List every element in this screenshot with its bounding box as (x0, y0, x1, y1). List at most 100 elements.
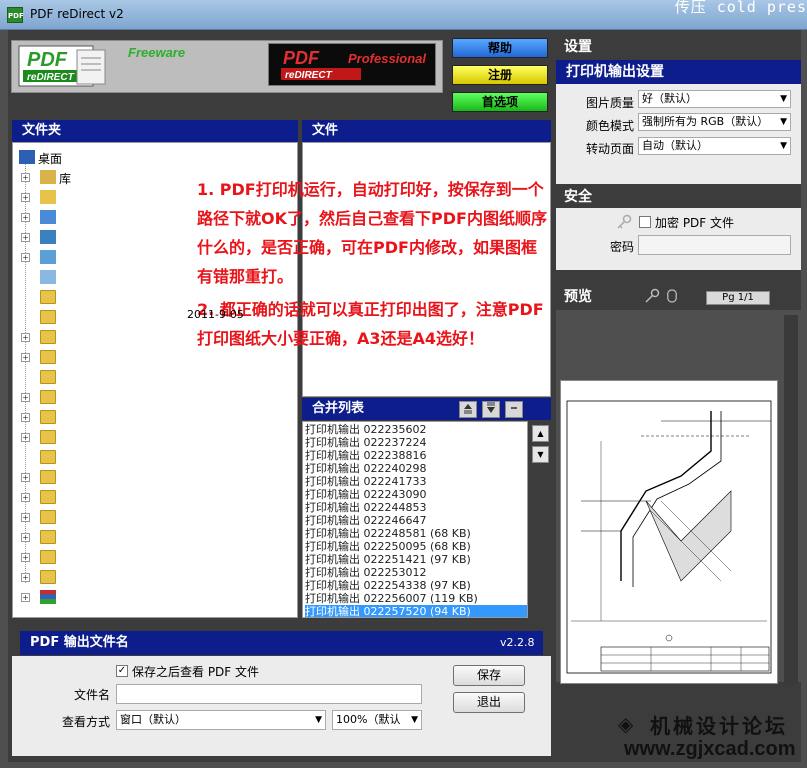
scroll-up-arrow-icon[interactable]: ▲ (532, 425, 549, 442)
pdf-redirect-logo: PDF reDIRECT (18, 45, 106, 87)
tree-item[interactable] (13, 368, 293, 388)
expand-icon[interactable]: + (21, 473, 30, 482)
encrypt-pdf-label: 加密 PDF 文件 (655, 216, 735, 230)
logo-pdf-text: PDF (27, 49, 68, 71)
rotate-page-value: 自动（默认） (642, 139, 708, 152)
professional-label: Professional (348, 51, 427, 66)
rotate-page-select[interactable]: 自动（默认） ▼ (638, 137, 791, 155)
key-icon (617, 214, 632, 229)
expand-icon[interactable]: + (21, 233, 30, 242)
expand-icon[interactable]: + (21, 413, 30, 422)
merge-list-item[interactable]: 打印机输出 022246647 (305, 514, 527, 527)
image-quality-value: 好（默认） (642, 92, 697, 105)
files-panel-title: 文件 (302, 120, 551, 142)
expand-icon[interactable]: + (21, 193, 30, 202)
move-down-button[interactable] (482, 401, 500, 418)
merge-list[interactable]: 打印机输出 022235602 打印机输出 022237224 打印机输出 0222… (302, 421, 528, 618)
cad-drawing-thumbnail (566, 400, 772, 674)
forum-logo-icon: ◈ (618, 712, 634, 736)
password-label: 密码 (610, 240, 635, 254)
merge-list-item[interactable]: 打印机输出 022253012 (305, 566, 527, 579)
expand-icon[interactable]: + (21, 593, 30, 602)
tree-item[interactable]: + (13, 428, 293, 448)
tree-item[interactable]: + (13, 588, 293, 608)
tree-item[interactable]: + (13, 548, 293, 568)
folder-icon (40, 450, 56, 464)
expand-icon[interactable]: + (21, 213, 30, 222)
folder-icon (40, 330, 56, 344)
remove-button[interactable] (505, 401, 523, 418)
merge-list-item[interactable]: 打印机输出 022254338 (97 KB) (305, 579, 527, 592)
expand-icon[interactable]: + (21, 493, 30, 502)
expand-icon[interactable]: + (21, 173, 30, 182)
merge-list-item[interactable]: 打印机输出 022243090 (305, 488, 527, 501)
tree-item[interactable]: + (13, 488, 293, 508)
chevron-down-icon: ▼ (780, 141, 787, 151)
move-up-button[interactable] (459, 401, 477, 418)
folder-icon (40, 350, 56, 364)
color-mode-value: 强制所有为 RGB（默认） (642, 115, 769, 128)
expand-icon[interactable]: + (21, 553, 30, 562)
exit-button[interactable]: 退出 (453, 692, 525, 713)
scroll-down-arrow-icon[interactable]: ▼ (532, 446, 549, 463)
expand-icon[interactable]: + (21, 573, 30, 582)
preferences-button[interactable]: 首选项 (452, 92, 548, 112)
encrypt-pdf-checkbox[interactable] (639, 216, 651, 228)
register-button[interactable]: 注册 (452, 65, 548, 85)
folder-icon (40, 430, 56, 444)
merge-list-item[interactable]: 打印机输出 022238816 (305, 449, 527, 462)
help-button[interactable]: 帮助 (452, 38, 548, 58)
tree-item[interactable]: + (13, 468, 293, 488)
tree-item[interactable]: + (13, 508, 293, 528)
view-after-save-checkbox[interactable]: ✓ (116, 665, 128, 677)
pro-logo-pdf-text: PDF (283, 48, 320, 68)
color-mode-select[interactable]: 强制所有为 RGB（默认） ▼ (638, 113, 791, 131)
expand-icon[interactable]: + (21, 433, 30, 442)
zoom-select[interactable]: 100%（默认 ▼ (332, 710, 422, 730)
expand-icon[interactable]: + (21, 353, 30, 362)
books-icon (40, 590, 56, 604)
filename-label: 文件名 (74, 688, 111, 702)
merge-list-item[interactable]: 打印机输出 022248581 (68 KB) (305, 527, 527, 540)
merge-list-item[interactable]: 打印机输出 022237224 (305, 436, 527, 449)
computer-icon (40, 210, 56, 224)
merge-list-item[interactable]: 打印机输出 022251421 (97 KB) (305, 553, 527, 566)
forum-watermark-url: www.zgjxcad.com (624, 738, 796, 760)
tree-item-label: 桌面 (38, 152, 63, 166)
security-title: 安全 (556, 186, 801, 208)
preview-scrollbar[interactable] (784, 315, 798, 685)
pro-logo-redirect-text: reDIRECT (285, 70, 333, 81)
merge-list-item[interactable]: 打印机输出 022250095 (68 KB) (305, 540, 527, 553)
tree-item[interactable]: 桌面 (13, 148, 293, 168)
image-quality-select[interactable]: 好（默认） ▼ (638, 90, 791, 108)
merge-list-item[interactable]: 打印机输出 022240298 (305, 462, 527, 475)
tree-item[interactable]: + (13, 568, 293, 588)
tree-item[interactable] (13, 448, 293, 468)
expand-icon[interactable]: + (21, 253, 30, 262)
printer-settings-title: 打印机输出设置 (556, 60, 801, 84)
expand-icon[interactable]: + (21, 393, 30, 402)
save-button[interactable]: 保存 (453, 665, 525, 686)
tree-item[interactable]: + (13, 408, 293, 428)
merge-list-item[interactable]: 打印机输出 022244853 (305, 501, 527, 514)
tree-item-label: 库 (59, 172, 72, 186)
tree-item[interactable]: + (13, 388, 293, 408)
expand-icon[interactable]: + (21, 513, 30, 522)
view-after-save-label: 保存之后查看 PDF 文件 (132, 665, 260, 679)
merge-list-item[interactable]: 打印机输出 022235602 (305, 423, 527, 436)
tree-item[interactable]: + (13, 528, 293, 548)
folder-icon (40, 570, 56, 584)
merge-list-item[interactable]: 打印机输出 022257520 (94 KB) (305, 605, 527, 617)
filename-input[interactable] (116, 684, 422, 704)
merge-list-item[interactable]: 打印机输出 022256007 (119 KB) (305, 592, 527, 605)
expand-icon[interactable]: + (21, 333, 30, 342)
preview-shape-icon (667, 289, 677, 303)
title-bar: PDF PDF reDirect v2 传压 cold pres (0, 0, 807, 30)
expand-icon[interactable]: + (21, 533, 30, 542)
network-icon (40, 230, 56, 244)
view-mode-select[interactable]: 窗口（默认） ▼ (116, 710, 326, 730)
password-input[interactable] (638, 235, 791, 255)
folder-icon (40, 410, 56, 424)
merge-list-item[interactable]: 打印机输出 022241733 (305, 475, 527, 488)
preview-key-icon (645, 288, 660, 303)
